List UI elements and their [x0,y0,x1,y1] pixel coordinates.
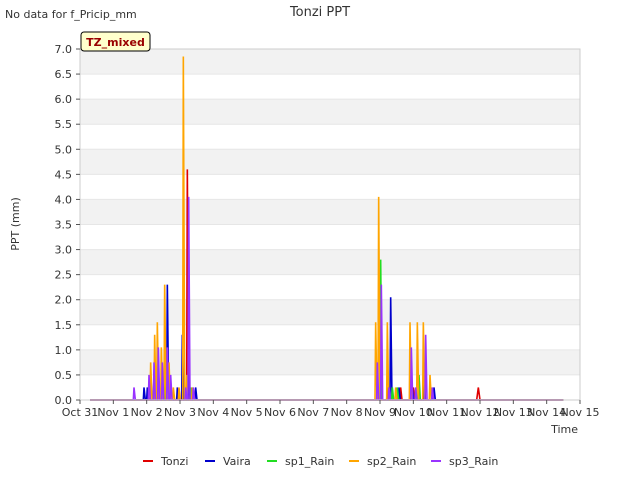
y-tick-label: 1.5 [55,319,73,332]
x-tick-label: Nov 1 [97,406,129,419]
x-tick-label: Nov 7 [297,406,329,419]
y-tick-label: 6.0 [55,93,73,106]
y-tick-label: 7.0 [55,43,73,56]
grid-band [80,199,580,225]
grid-band [80,99,580,125]
y-tick-label: 5.5 [55,118,73,131]
x-tick-label: Nov 6 [264,406,296,419]
x-tick-label: Nov 9 [364,406,396,419]
no-data-note: No data for f_Pricip_mm [5,8,137,21]
y-tick-label: 3.5 [55,219,73,232]
legend-label: Tonzi [160,455,188,468]
legend: Tonzi Vaira sp1_Rain sp2_Rain sp3_Rain [143,455,498,468]
x-tick-label: Nov 5 [231,406,263,419]
y-tick-label: 5.0 [55,143,73,156]
x-tick-label: Nov 8 [331,406,363,419]
y-tick-label: 4.0 [55,193,73,206]
y-tick-label: 2.5 [55,269,73,282]
y-axis-label: PPT (mm) [9,197,22,251]
legend-label: sp3_Rain [449,455,498,468]
y-tick-label: 1.0 [55,344,73,357]
legend-label: sp1_Rain [285,455,334,468]
x-tick-label: Nov 4 [197,406,229,419]
y-tick-label: 0.5 [55,369,73,382]
grid-band [80,249,580,275]
legend-label: sp2_Rain [367,455,416,468]
grid-band [80,49,580,75]
grid-band [80,299,580,325]
y-axis: 0.00.51.01.52.02.53.03.54.04.55.05.56.06… [55,43,80,407]
y-tick-label: 3.0 [55,244,73,257]
x-tick-label: Nov 3 [164,406,196,419]
x-tick-label: Nov 15 [561,406,600,419]
x-axis: Oct 31 Nov 1 Nov 2 Nov 3 Nov 4 Nov 5 Nov 6 Nov … [62,400,600,419]
grid-band [80,124,580,150]
grid-band [80,149,580,175]
y-tick-label: 6.5 [55,68,73,81]
chart-title: Tonzi PPT [289,5,350,20]
y-tick-label: 4.5 [55,168,73,181]
x-tick-label: Nov 2 [131,406,163,419]
grid-band [80,224,580,250]
y-tick-label: 2.0 [55,294,73,307]
grid-band [80,274,580,300]
badge: TZ_mixed [80,31,151,52]
x-axis-label: Time [550,423,578,436]
grid-band [80,74,580,100]
grid-band [80,174,580,200]
legend-label: Vaira [223,455,251,468]
chart: 0.00.51.01.52.02.53.03.54.04.55.05.56.06… [5,5,600,468]
x-tick-label: Oct 31 [62,406,99,419]
badge-label: TZ_mixed [86,36,145,49]
